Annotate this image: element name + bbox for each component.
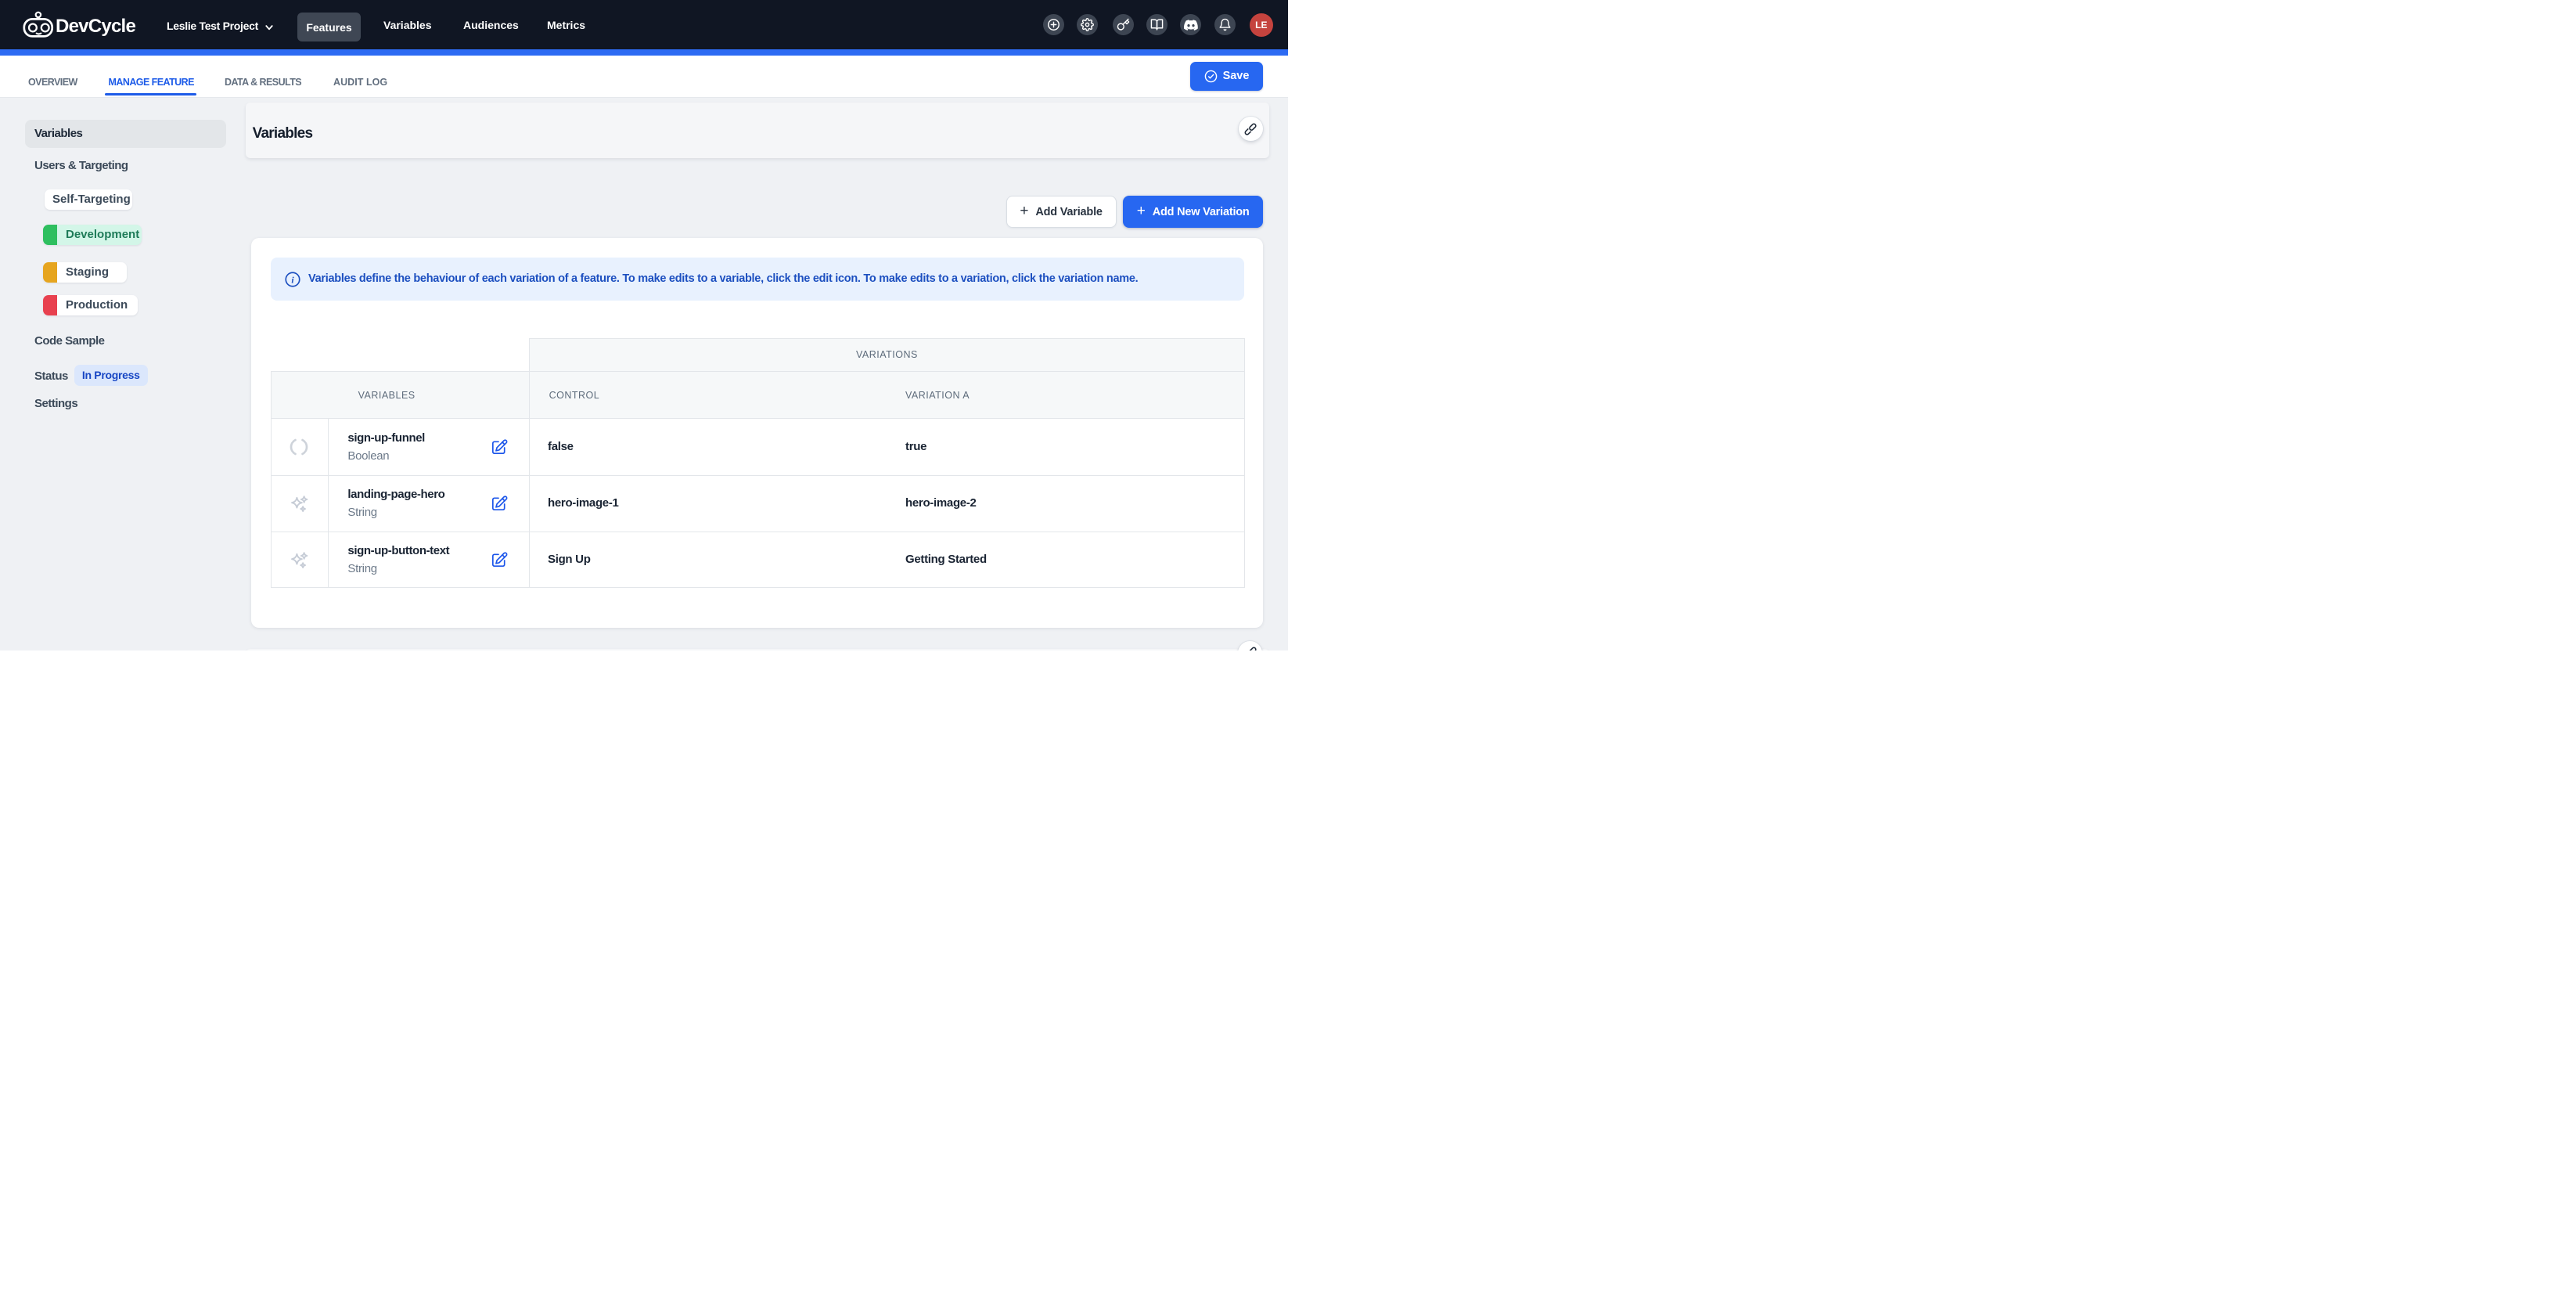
svg-text:i: i: [291, 275, 294, 285]
